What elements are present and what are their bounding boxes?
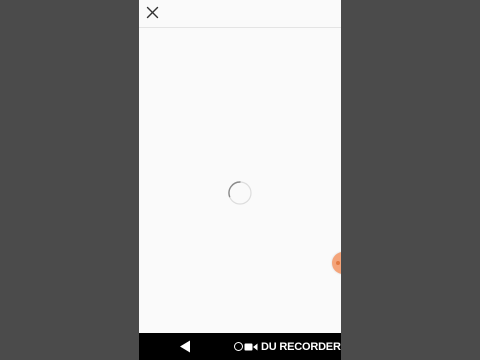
top-bar [139, 0, 341, 28]
nav-back-button[interactable] [179, 340, 191, 353]
phone-screen: DU RECORDER [139, 0, 341, 360]
bubble-dot [336, 261, 340, 265]
back-triangle-icon [180, 340, 190, 353]
close-icon [146, 6, 159, 19]
loading-spinner [227, 180, 253, 206]
video-camera-icon [244, 342, 258, 352]
watermark-text: DU RECORDER [261, 340, 341, 353]
close-button[interactable] [145, 5, 160, 20]
loading-spinner-icon [228, 181, 252, 205]
android-navigation-bar: DU RECORDER [139, 333, 341, 360]
du-recorder-watermark: DU RECORDER [234, 339, 341, 354]
content-area [139, 28, 341, 333]
record-circle-icon [234, 342, 243, 351]
